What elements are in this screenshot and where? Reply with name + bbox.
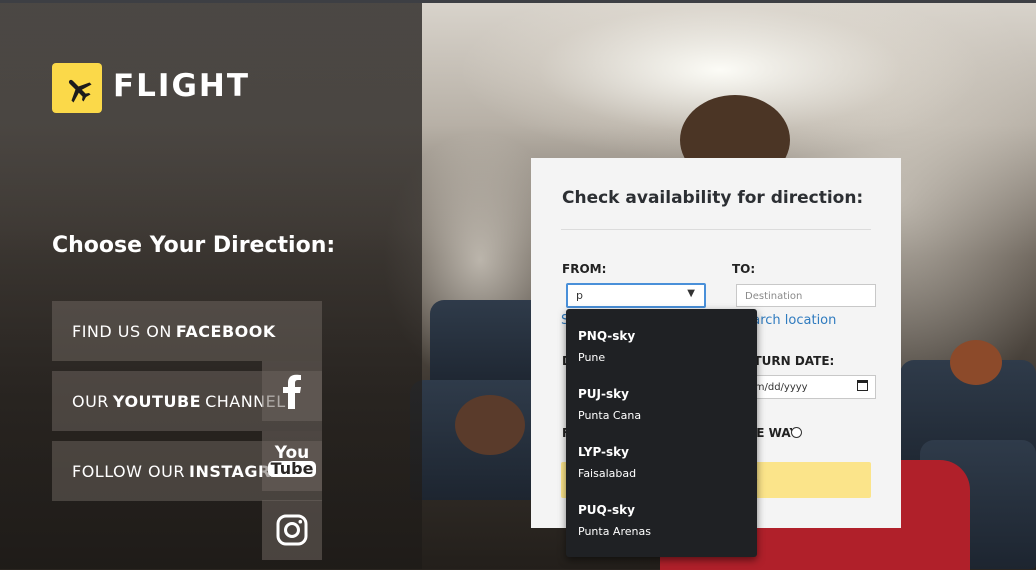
dropdown-option-pnq[interactable]: PNQ-sky Pune <box>578 329 635 364</box>
to-label: TO: <box>732 262 756 276</box>
social-prefix: FIND US ON <box>72 321 172 341</box>
from-input-value: p <box>576 289 583 302</box>
social-prefix: OUR <box>72 391 109 411</box>
social-bold: YOUTUBE <box>112 391 202 411</box>
one-way-radio[interactable] <box>791 427 802 438</box>
to-input[interactable]: Destination <box>736 284 876 307</box>
page-heading: Choose Your Direction: <box>52 233 336 258</box>
facebook-icon-button[interactable] <box>262 361 322 421</box>
to-input-placeholder: Destination <box>745 291 803 302</box>
youtube-icon-text: Tube <box>267 461 317 477</box>
option-code: PUJ-sky <box>578 387 629 401</box>
logo-badge[interactable] <box>52 63 102 113</box>
option-code: PNQ-sky <box>578 329 636 343</box>
return-date-label: RETURN DATE: <box>736 354 835 368</box>
instagram-icon-button[interactable] <box>262 500 322 560</box>
from-input[interactable]: p ▼ <box>566 283 706 308</box>
from-label: FROM: <box>562 262 607 276</box>
from-autocomplete-dropdown: PNQ-sky Pune PUJ-sky Punta Cana LYP-sky … <box>566 309 757 557</box>
option-city: Punta Cana <box>578 409 642 422</box>
form-title: Check availability for direction: <box>562 188 864 208</box>
return-date-input[interactable]: mm/dd/yyyy <box>736 375 876 399</box>
option-code: PUQ-sky <box>578 503 635 517</box>
search-location-link-to[interactable]: Search location <box>736 313 876 328</box>
brand-name[interactable]: FLIGHT <box>113 68 250 104</box>
facebook-link[interactable]: FIND US ON FACEBOOK <box>52 301 322 361</box>
option-city: Pune <box>578 351 606 364</box>
divider <box>561 229 871 230</box>
calendar-icon <box>857 380 868 391</box>
social-bold: FACEBOOK <box>175 321 276 341</box>
social-prefix: FOLLOW OUR <box>72 461 185 481</box>
dropdown-option-lyp[interactable]: LYP-sky Faisalabad <box>578 445 636 480</box>
option-city: Punta Arenas <box>578 525 651 538</box>
youtube-icon-button[interactable]: You Tube <box>262 431 322 491</box>
option-city: Faisalabad <box>578 467 637 480</box>
dropdown-option-puj[interactable]: PUJ-sky Punta Cana <box>578 387 641 422</box>
passenger-decor <box>455 395 525 455</box>
passenger-decor <box>950 340 1002 385</box>
youtube-icon: You Tube <box>267 445 317 477</box>
instagram-icon <box>276 514 308 546</box>
option-code: LYP-sky <box>578 445 629 459</box>
dropdown-option-puq[interactable]: PUQ-sky Punta Arenas <box>578 503 651 538</box>
chevron-down-icon: ▼ <box>687 288 695 299</box>
airplane-icon <box>68 79 92 103</box>
facebook-icon <box>283 374 301 409</box>
